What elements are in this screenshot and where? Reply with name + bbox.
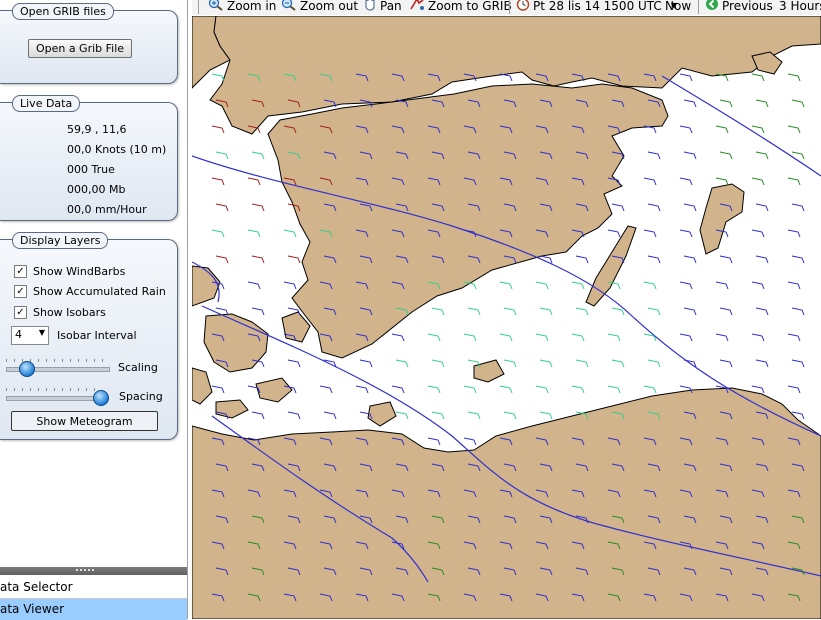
now-label: Now [665, 0, 692, 13]
scaling-slider[interactable] [6, 359, 110, 377]
open-grib-group-title: Open GRIB files [12, 3, 114, 20]
isobars-check-mark[interactable]: ✓ [14, 305, 27, 319]
spacing-slider-track [6, 396, 100, 401]
scaling-slider-thumb[interactable] [18, 361, 35, 377]
previous-green-arrow-icon [705, 0, 719, 14]
zoom-out-icon [281, 0, 297, 14]
step-selector[interactable]: 3 Hours [779, 0, 821, 13]
left-panel: Open GRIB files Open a Grib File Live Da… [0, 0, 188, 620]
time-label: Pt 28 lis 14 1500 UTC [533, 0, 662, 13]
panel-splitter[interactable] [0, 567, 187, 575]
data-viewer-tab[interactable]: ata Viewer [0, 599, 187, 620]
display-layers-group: Display Layers ✓ Show WindBarbs ✓ Show A… [0, 232, 178, 440]
show-rain-label: Show Accumulated Rain [33, 284, 166, 298]
live-data-group-title: Live Data [12, 95, 81, 112]
isobar-interval-label: Isobar Interval [57, 329, 137, 342]
open-grib-file-button[interactable]: Open a Grib File [28, 39, 132, 58]
live-pressure: 000,00 Mb [67, 183, 126, 196]
live-position: 59,9 , 11,6 [67, 123, 127, 136]
show-rain-checkbox[interactable]: ✓ Show Accumulated Rain [14, 284, 166, 298]
live-rain: 00,0 mm/Hour [67, 203, 147, 216]
scaling-label: Scaling [118, 361, 158, 374]
show-windbarbs-label: Show WindBarbs [33, 264, 126, 278]
zoom-out-button[interactable]: Zoom out [281, 0, 358, 13]
pan-button[interactable]: Pan [363, 0, 402, 13]
isobar-interval-select[interactable]: 4 ▼ [11, 326, 49, 345]
zoom-out-label: Zoom out [300, 0, 359, 13]
toolbar-separator [198, 0, 199, 14]
live-wind-direction: 000 True [67, 163, 115, 176]
previous-button[interactable]: Previous [705, 0, 773, 13]
zoom-in-label: Zoom in [227, 0, 277, 13]
zoom-in-button[interactable]: Zoom in [208, 0, 276, 13]
map-toolbar: Zoom in Zoom out Pan Zoom to GRIB Pt 28 … [192, 0, 821, 15]
previous-label: Previous [722, 0, 773, 13]
data-selector-tab[interactable]: ata Selector [0, 577, 187, 599]
time-selector[interactable]: Pt 28 lis 14 1500 UTC ▼ [516, 0, 677, 13]
live-wind-speed: 00,0 Knots (10 m) [67, 143, 167, 156]
zoom-to-grib-label: Zoom to GRIB [428, 0, 512, 13]
zoom-to-grib-button[interactable]: Zoom to GRIB [409, 0, 512, 13]
show-meteogram-button[interactable]: Show Meteogram [11, 411, 158, 431]
isobar-interval-value: 4 [15, 328, 22, 341]
now-button[interactable]: Now [665, 0, 691, 13]
spacing-label: Spacing [119, 390, 163, 403]
pan-label: Pan [380, 0, 402, 13]
show-isobars-label: Show Isobars [33, 305, 106, 319]
show-windbarbs-checkbox[interactable]: ✓ Show WindBarbs [14, 264, 125, 278]
live-data-group: Live Data 59,9 , 11,6 00,0 Knots (10 m) … [0, 95, 178, 221]
splitter-grip-icon[interactable] [76, 569, 94, 571]
spacing-slider[interactable] [6, 388, 109, 406]
zoom-to-grib-icon [409, 0, 425, 14]
map-view[interactable] [192, 16, 821, 619]
toolbar-separator [509, 0, 510, 14]
spacing-slider-thumb[interactable] [93, 390, 109, 406]
pan-hand-icon [363, 0, 377, 14]
clock-icon [516, 0, 530, 14]
step-label: 3 Hours [779, 0, 821, 13]
windbarbs-check-mark[interactable]: ✓ [14, 264, 27, 278]
zoom-in-icon [208, 0, 224, 14]
show-isobars-checkbox[interactable]: ✓ Show Isobars [14, 305, 106, 319]
display-layers-group-title: Display Layers [12, 232, 109, 249]
spacing-slider-ticks [6, 388, 100, 391]
toolbar-separator [698, 0, 699, 14]
chevron-down-icon[interactable]: ▼ [39, 328, 45, 337]
rain-check-mark[interactable]: ✓ [14, 284, 27, 298]
open-grib-group: Open GRIB files Open a Grib File [0, 3, 178, 84]
map-canvas[interactable] [192, 16, 821, 619]
